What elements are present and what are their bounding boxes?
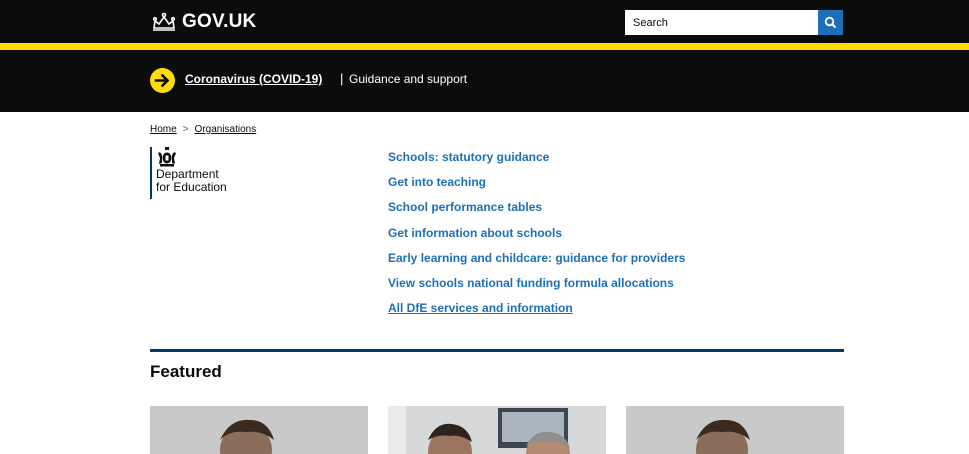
link-school-performance-tables[interactable]: School performance tables	[388, 200, 685, 225]
site-header: GOV.UK	[0, 0, 969, 43]
featured-image-2	[388, 406, 606, 454]
featured-image-1	[150, 406, 368, 454]
breadcrumb-organisations[interactable]: Organisations	[195, 124, 257, 135]
section-divider	[150, 349, 844, 352]
search-form	[625, 10, 843, 35]
govuk-logo-link[interactable]: GOV.UK	[150, 11, 256, 33]
search-input[interactable]	[625, 10, 818, 35]
search-icon	[824, 16, 837, 29]
breadcrumb: Home > Organisations	[150, 124, 256, 135]
featured-card-3[interactable]	[626, 406, 844, 454]
covid-banner: Coronavirus (COVID-19) | Guidance and su…	[0, 50, 969, 112]
breadcrumb-home[interactable]: Home	[150, 124, 177, 135]
featured-heading: Featured	[150, 362, 222, 381]
featured-card-1[interactable]	[150, 406, 368, 454]
link-schools-statutory-guidance[interactable]: Schools: statutory guidance	[388, 150, 685, 175]
covid-separator: |	[340, 71, 344, 86]
chevron-right-icon: >	[182, 124, 189, 135]
covid-guidance-text: Guidance and support	[349, 72, 468, 86]
crown-icon	[152, 12, 176, 31]
covid-link[interactable]: Coronavirus (COVID-19)	[185, 72, 322, 86]
quick-links-list: Schools: statutory guidance Get into tea…	[388, 150, 685, 326]
logo-text: GOV.UK	[182, 11, 257, 32]
featured-card-2[interactable]	[388, 406, 606, 454]
link-all-dfe-services[interactable]: All DfE services and information	[388, 301, 685, 326]
search-button[interactable]	[818, 10, 843, 35]
link-early-learning-childcare[interactable]: Early learning and childcare: guidance f…	[388, 251, 685, 276]
royal-crest-icon	[158, 147, 176, 167]
link-schools-funding-formula[interactable]: View schools national funding formula al…	[388, 276, 685, 301]
featured-image-3	[626, 406, 844, 454]
header-accent-bar	[0, 43, 969, 50]
link-get-information-about-schools[interactable]: Get information about schools	[388, 226, 685, 251]
organisation-name-line2: for Education	[156, 180, 227, 194]
organisation-logo: Department for Education	[150, 147, 227, 199]
link-get-into-teaching[interactable]: Get into teaching	[388, 175, 685, 200]
arrow-right-circle-icon	[150, 68, 175, 93]
